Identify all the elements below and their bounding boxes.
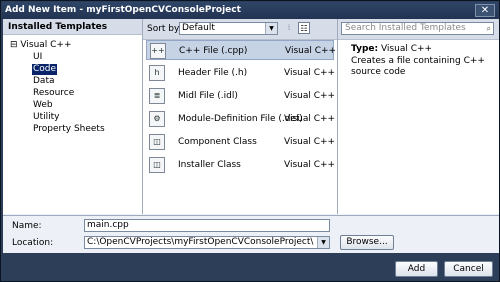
close-button[interactable]: ✕ [475, 4, 495, 17]
chevron-down-icon: ▼ [265, 23, 277, 34]
search-bar: Search Installed Templates ⌕ [338, 19, 499, 40]
tree-item-code[interactable]: Code [32, 64, 58, 75]
type-label: Type: [351, 44, 379, 54]
search-placeholder: Search Installed Templates [345, 23, 466, 33]
name-input[interactable]: main.cpp [84, 219, 330, 232]
template-row-header-file[interactable]: h Header File (.h) Visual C++ [146, 63, 336, 83]
installed-templates-pane: Installed Templates ⊟ Visual C++ UI Code… [3, 19, 143, 214]
tree-root-visual-cpp[interactable]: ⊟ Visual C++ [10, 40, 72, 51]
sort-by-select[interactable]: Default ▼ [179, 22, 278, 35]
template-language: Visual C++ [285, 46, 337, 56]
tree-item-web[interactable]: Web [32, 100, 54, 111]
name-label: Name: [12, 221, 42, 231]
template-list-pane: Sort by: Default ▼ ⁞ ☷ ++ C++ File (.cpp… [143, 19, 338, 214]
browse-button[interactable]: Browse... [340, 235, 394, 250]
template-row-midl-file[interactable]: ≣ Midl File (.idl) Visual C++ [146, 86, 336, 106]
close-icon: ✕ [480, 5, 490, 16]
midl-file-icon: ≣ [149, 88, 165, 104]
collapse-icon[interactable]: ⊟ [10, 40, 18, 50]
def-file-icon: ⚙ [149, 111, 165, 127]
small-icons-view-icon[interactable]: ⁞ [283, 22, 295, 34]
installer-class-icon: ◫ [149, 157, 165, 173]
header-file-icon: h [149, 65, 165, 81]
template-row-component-class[interactable]: ◫ Component Class Visual C++ [146, 132, 336, 152]
title-bar: Add New Item - myFirstOpenCVConsoleProje… [2, 2, 498, 19]
tree-item-data[interactable]: Data [32, 76, 56, 87]
installed-templates-header: Installed Templates [3, 19, 142, 35]
sort-by-value: Default [182, 23, 215, 33]
sort-toolbar: Sort by: Default ▼ ⁞ ☷ [143, 19, 337, 40]
cancel-button[interactable]: Cancel [444, 261, 493, 277]
sort-by-label: Sort by: [147, 24, 182, 34]
template-name: Midl File (.idl) [178, 91, 238, 101]
template-row-module-definition-file[interactable]: ⚙ Module-Definition File (.def) Visual C… [146, 109, 336, 129]
type-value: Visual C++ [380, 44, 433, 54]
tree-item-ui[interactable]: UI [32, 52, 43, 63]
template-language: Visual C++ [284, 68, 336, 78]
window-title: Add New Item - myFirstOpenCVConsoleProje… [5, 5, 241, 15]
search-input[interactable]: Search Installed Templates ⌕ [341, 22, 494, 35]
component-class-icon: ◫ [149, 134, 165, 150]
tree-item-property-sheets[interactable]: Property Sheets [32, 124, 106, 135]
template-details-pane: Search Installed Templates ⌕ Type: Visua… [338, 19, 499, 214]
template-row-installer-class[interactable]: ◫ Installer Class Visual C++ [146, 155, 336, 175]
item-form: Name: main.cpp Location: C:\OpenCVProjec… [3, 215, 499, 253]
template-row-cpp-file[interactable]: ++ C++ File (.cpp) Visual C++ [146, 40, 337, 60]
add-button[interactable]: Add [395, 261, 438, 277]
list-view-icon[interactable]: ☷ [298, 22, 310, 34]
tree-root-label: Visual C++ [20, 40, 72, 50]
template-language: Visual C++ [284, 114, 336, 124]
location-label: Location: [12, 238, 54, 248]
template-name: Component Class [178, 137, 257, 147]
cpp-file-icon: ++ [150, 43, 166, 59]
chevron-down-icon: ▼ [317, 237, 329, 248]
template-name: Header File (.h) [178, 68, 248, 78]
tree-item-resource[interactable]: Resource [32, 88, 75, 99]
template-language: Visual C++ [284, 160, 336, 170]
template-language: Visual C++ [284, 91, 336, 101]
search-icon[interactable]: ⌕ [487, 23, 491, 34]
template-type: Type: Visual C++ [351, 44, 432, 54]
template-description: Creates a file containing C++ source cod… [351, 56, 485, 77]
tree-item-utility[interactable]: Utility [32, 112, 60, 123]
template-name: C++ File (.cpp) [179, 46, 248, 56]
location-combo[interactable]: C:\OpenCVProjects\myFirstOpenCVConsolePr… [84, 236, 330, 249]
dialog-footer: Add Cancel [3, 253, 499, 281]
dialog-client: Installed Templates ⊟ Visual C++ UI Code… [3, 19, 499, 281]
location-value: C:\OpenCVProjects\myFirstOpenCVConsolePr… [87, 237, 314, 247]
add-new-item-dialog: Add New Item - myFirstOpenCVConsoleProje… [0, 0, 500, 282]
template-language: Visual C++ [284, 137, 336, 147]
template-name: Installer Class [178, 160, 241, 170]
